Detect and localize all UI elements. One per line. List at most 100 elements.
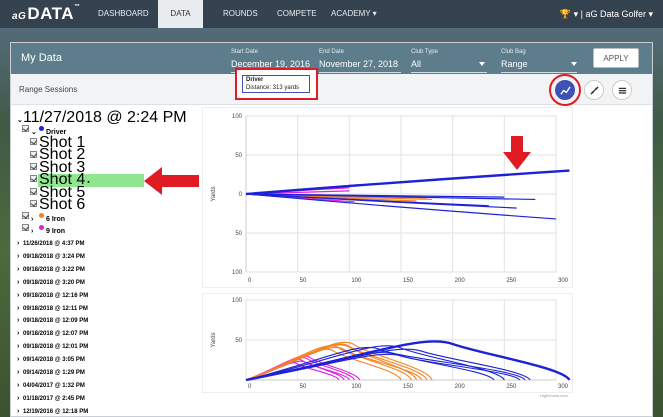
session-row[interactable]: › 09/18/2018 @ 3:20 PM (17, 274, 85, 286)
checkbox[interactable] (30, 175, 37, 183)
scatter-icon (589, 85, 599, 95)
y-tick-label: 100 (232, 298, 243, 304)
annotation-arrow-left-icon (144, 167, 199, 195)
x-tick-label: 150 (403, 384, 414, 390)
end-date-label: End Date (319, 49, 345, 55)
x-tick-label: 250 (506, 278, 517, 284)
x-tick-label: 0 (248, 384, 252, 390)
x-tick-label: 200 (455, 278, 466, 284)
chart-credit: Highcharts.com (540, 393, 568, 398)
session-label: 09/18/2018 @ 12:11 PM (23, 305, 88, 312)
session-row[interactable]: › 09/14/2018 @ 3:05 PM (17, 351, 85, 363)
session-row[interactable]: › 01/18/2017 @ 2:45 PM (17, 390, 85, 402)
session-label: 01/18/2017 @ 2:45 PM (23, 395, 85, 402)
logo-trademark: ™ (74, 4, 81, 10)
session-label: 04/04/2017 @ 1:32 PM (23, 382, 85, 389)
range-sessions-bar: Range Sessions (11, 74, 652, 106)
session-label: 09/18/2018 @ 12:01 PM (23, 344, 89, 351)
end-date-underline (319, 72, 401, 73)
logo[interactable]: aGDATA™ (12, 4, 81, 24)
end-date-field[interactable]: November 27, 2018 (319, 59, 398, 69)
6-iron-color-dot (39, 213, 44, 219)
x-tick-label: 50 (300, 384, 307, 390)
x-tick-label: 150 (403, 278, 414, 284)
y-tick-label: 50 (235, 153, 242, 159)
tooltip-text: Distance: 313 yards (246, 85, 300, 91)
x-tick-label: 100 (351, 384, 362, 390)
shot-row[interactable]: Shot 6 (30, 197, 85, 213)
top-view-chart: 0 50 100 150 200 250 300 100 50 0 50 100 Yards (202, 107, 573, 288)
club-type-caret-icon[interactable] (479, 62, 485, 66)
session-label: 12/19/2016 @ 12:18 PM (23, 408, 89, 415)
checkbox[interactable] (30, 138, 37, 146)
9-iron-color-dot (39, 225, 44, 231)
logo-text: DATA (27, 4, 75, 23)
session-label: 09/18/2018 @ 12:07 PM (23, 331, 89, 338)
session-row-expanded[interactable]: ⌄11/27/2018 @ 2:24 PM (17, 110, 187, 126)
nav-rounds[interactable]: ROUNDS (223, 0, 258, 28)
list-view-button[interactable] (612, 80, 632, 100)
tooltip-club: Driver (246, 77, 264, 83)
y-tick-label: 100 (232, 114, 243, 120)
range-sessions-label: Range Sessions (19, 85, 78, 94)
6-iron-label: 6 Iron (46, 216, 66, 223)
shot-trajectory-line (245, 169, 570, 196)
club-bag-select[interactable]: Range (501, 59, 528, 69)
y-tick-label: 0 (239, 192, 243, 198)
annotation-arrow-down-icon (503, 136, 531, 170)
session-row[interactable]: › 09/18/2018 @ 12:01 PM (17, 338, 88, 350)
y-axis-title: Yards (211, 186, 217, 201)
session-label: 11/26/2018 @ 4:37 PM (23, 241, 85, 247)
y-axis-title: Yards (211, 332, 217, 347)
y-tick-label: 100 (232, 270, 243, 276)
session-row[interactable]: › 09/18/2018 @ 12:07 PM (17, 325, 88, 337)
nav-academy[interactable]: ACADEMY ▾ (331, 0, 377, 28)
list-icon (618, 87, 626, 94)
x-tick-label: 300 (558, 384, 569, 390)
y-tick-label: 50 (235, 338, 242, 344)
checkbox[interactable] (30, 150, 37, 158)
session-row[interactable]: › 09/18/2018 @ 12:11 PM (17, 300, 88, 312)
session-tree: ⌄11/27/2018 @ 2:24 PM ⌄ Driver Shot 1 Shot… (15, 110, 215, 417)
checkbox[interactable] (30, 187, 37, 195)
page-title: My Data (21, 52, 62, 64)
session-label: 09/18/2018 @ 12:16 PM (23, 292, 89, 299)
session-row[interactable]: › 09/18/2018 @ 3:24 PM (17, 248, 85, 260)
chart-tooltip: Driver Distance: 313 yards (242, 75, 310, 93)
scatter-view-button[interactable] (584, 80, 604, 100)
logo-prefix: aG (12, 11, 27, 22)
session-label: 09/18/2018 @ 3:24 PM (23, 253, 85, 260)
9-iron-label: 9 Iron (46, 228, 66, 235)
checkbox[interactable] (30, 200, 37, 208)
top-navigation: aGDATA™ DASHBOARD DATA ROUNDS COMPETE AC… (0, 0, 663, 28)
session-label: 09/18/2018 @ 12:09 PM (23, 318, 89, 325)
checkbox[interactable] (22, 224, 29, 232)
club-type-label: Club Type (411, 49, 438, 55)
session-row[interactable]: › 09/14/2018 @ 1:29 PM (17, 364, 85, 376)
session-row[interactable]: › 09/18/2018 @ 12:09 PM (17, 312, 88, 324)
club-row-9-iron[interactable]: › 9 Iron (22, 223, 65, 235)
x-tick-label: 200 (455, 384, 466, 390)
session-row[interactable]: › 11/26/2018 @ 4:37 PM (17, 235, 85, 247)
nav-compete[interactable]: COMPETE (277, 0, 317, 28)
nav-data[interactable]: DATA (158, 0, 203, 28)
session-row[interactable]: › 09/18/2018 @ 12:16 PM (17, 287, 88, 299)
x-tick-label: 250 (506, 384, 517, 390)
club-bag-caret-icon[interactable] (571, 62, 577, 66)
club-bag-label: Club Bag (501, 49, 526, 55)
checkbox[interactable] (30, 163, 37, 171)
session-row[interactable]: › 09/18/2018 @ 3:22 PM (17, 261, 85, 273)
session-row[interactable]: › 04/04/2017 @ 1:32 PM (17, 377, 85, 389)
delete-shot-icon[interactable]: ▪ (85, 179, 90, 186)
apply-button[interactable]: APPLY (593, 48, 639, 68)
checkbox[interactable] (22, 212, 29, 220)
y-tick-label: 50 (235, 231, 242, 237)
session-label: 09/18/2018 @ 3:20 PM (23, 279, 85, 286)
user-menu[interactable]: 🏆 ▾ | aG Data Golfer ▾ (560, 0, 653, 28)
club-row-6-iron[interactable]: › 6 Iron (22, 211, 65, 223)
x-tick-label: 300 (558, 278, 569, 284)
checkbox[interactable] (22, 125, 29, 133)
session-row[interactable]: › 12/19/2016 @ 12:18 PM (17, 403, 88, 415)
nav-dashboard[interactable]: DASHBOARD (98, 0, 149, 28)
club-type-select[interactable]: All (411, 59, 421, 69)
